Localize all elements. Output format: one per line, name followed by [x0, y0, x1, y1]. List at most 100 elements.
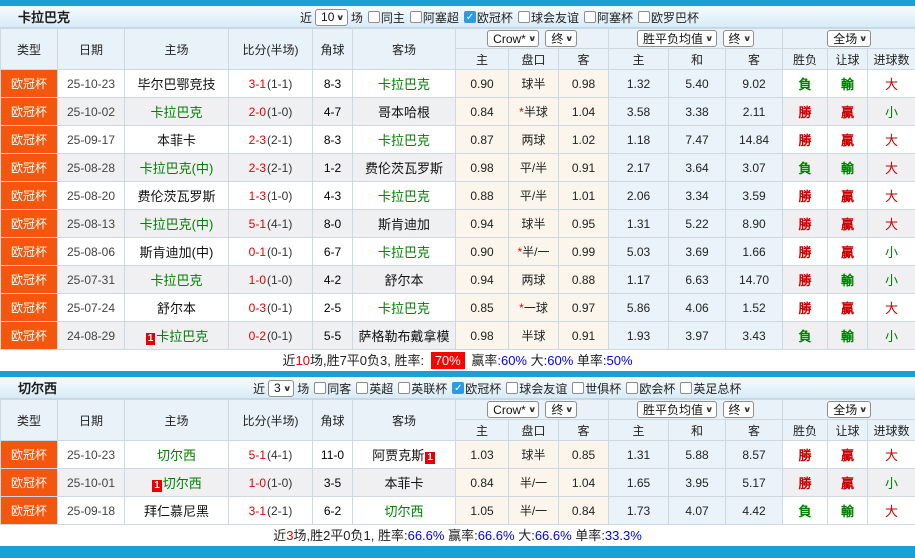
chevron-down-icon: ∨ [705, 34, 713, 43]
team-name: 本菲卡 [384, 476, 423, 491]
team-name: 切尔西 [163, 476, 202, 491]
competition-filter[interactable]: 阿塞超 [405, 9, 459, 26]
full-time-score: 0-3 [249, 301, 266, 315]
avg-away-odds: 14.84 [726, 126, 783, 154]
table-row[interactable]: 欧冠杯25-09-18拜仁慕尼黑3-1(2-1)6-2切尔西1.05半/一0.8… [1, 497, 915, 525]
filter-controls: 近3∨场同客英超英联杯✓欧冠杯球会友谊世俱杯欧会杯英足总杯 [253, 377, 741, 399]
competition-filter[interactable]: 英足总杯 [675, 380, 741, 397]
odds-type-select[interactable]: 胜平负均值∨ [637, 401, 717, 418]
away-team: 卡拉巴克 [353, 70, 456, 98]
half-time-score: (0-1) [267, 301, 292, 315]
recent-count-select[interactable]: 3∨ [268, 380, 294, 397]
sub-column-header: 进球数 [868, 420, 915, 441]
competition-filter[interactable]: 球会友谊 [513, 9, 579, 26]
corner-count: 8-0 [313, 210, 353, 238]
away-team: 斯肯迪加 [353, 210, 456, 238]
competition-filter[interactable]: 欧罗巴杯 [633, 9, 699, 26]
half-time-score: (0-1) [267, 245, 292, 259]
table-row[interactable]: 欧冠杯24-08-291卡拉巴克0-2(0-1)5-5萨格勒布戴拿模0.98半球… [1, 322, 915, 350]
checkbox-icon[interactable] [584, 11, 596, 23]
bookmaker-group-header: Crow*∨ 终∨ [456, 29, 609, 49]
table-row[interactable]: 欧冠杯25-10-02卡拉巴克2-0(1-0)4-7哥本哈根0.84*半球1.0… [1, 98, 915, 126]
checkbox-icon[interactable] [410, 11, 422, 23]
away-team: 哥本哈根 [353, 98, 456, 126]
home-team: 舒尔本 [125, 294, 229, 322]
checkbox-icon[interactable] [518, 11, 530, 23]
table-row[interactable]: 欧冠杯25-10-011切尔西1-0(1-0)3-5本菲卡0.84半/一1.04… [1, 469, 915, 497]
score: 2-0(1-0) [229, 98, 313, 126]
table-row[interactable]: 欧冠杯25-08-28卡拉巴克(中)2-3(2-1)1-2费伦茨瓦罗斯0.98平… [1, 154, 915, 182]
match-scope-select[interactable]: 全场∨ [827, 401, 871, 418]
checkbox-icon[interactable] [398, 382, 410, 394]
competition-filter[interactable]: 世俱杯 [567, 380, 621, 397]
table-row[interactable]: 欧冠杯25-08-06斯肯迪加(中)0-1(0-1)6-7卡拉巴克0.90*半/… [1, 238, 915, 266]
handicap-text: 一球 [524, 301, 548, 315]
column-header: 主场 [125, 400, 229, 441]
checkbox-icon[interactable] [356, 382, 368, 394]
team-name: 费伦茨瓦罗斯 [365, 161, 443, 176]
handicap-home-odds: 0.87 [456, 126, 509, 154]
match-date: 25-07-24 [58, 294, 125, 322]
checkbox-icon[interactable] [368, 11, 380, 23]
table-row[interactable]: 欧冠杯25-10-23切尔西5-1(4-1)11-0阿贾克斯11.03球半0.8… [1, 441, 915, 469]
competition-filter[interactable]: 球会友谊 [501, 380, 567, 397]
sub-column-header: 盘口 [509, 49, 559, 70]
bookmaker-status-select[interactable]: 终∨ [545, 401, 577, 418]
team-name: 舒尔本 [157, 301, 196, 316]
competition-filter[interactable]: 欧会杯 [621, 380, 675, 397]
odds-status-select[interactable]: 终∨ [723, 30, 755, 47]
checkbox-icon[interactable] [506, 382, 518, 394]
table-row[interactable]: 欧冠杯25-07-24舒尔本0-3(0-1)2-5卡拉巴克0.85*一球0.97… [1, 294, 915, 322]
summary-segment: 赢率 [444, 528, 474, 543]
team-name: 卡拉巴克 [378, 301, 430, 316]
table-row[interactable]: 欧冠杯25-08-13卡拉巴克(中)5-1(4-1)8-0斯肯迪加0.94球半0… [1, 210, 915, 238]
match-scope-select[interactable]: 全场∨ [827, 30, 871, 47]
checkbox-checked-icon[interactable]: ✓ [464, 11, 476, 23]
score: 2-3(2-1) [229, 126, 313, 154]
checkbox-icon[interactable] [572, 382, 584, 394]
checkbox-icon[interactable] [626, 382, 638, 394]
handicap-text: 半/一 [522, 245, 549, 259]
handicap-line: *半/一 [509, 238, 559, 266]
handicap-text: 球半 [521, 217, 545, 231]
full-time-score: 3-1 [249, 504, 266, 518]
home-team: 卡拉巴克(中) [125, 210, 229, 238]
table-row[interactable]: 欧冠杯25-10-23毕尔巴鄂竞技3-1(1-1)8-3卡拉巴克0.90球半0.… [1, 70, 915, 98]
avg-away-odds: 4.42 [726, 497, 783, 525]
competition-filter[interactable]: 阿塞杯 [579, 9, 633, 26]
sub-column-header: 主 [609, 420, 669, 441]
checkbox-icon[interactable] [638, 11, 650, 23]
sub-column-header: 客 [559, 49, 609, 70]
checkbox-icon[interactable] [314, 382, 326, 394]
competition-filter[interactable]: 同主 [363, 9, 405, 26]
odds-type-select[interactable]: 胜平负均值∨ [637, 30, 717, 47]
handicap-home-odds: 0.90 [456, 238, 509, 266]
team-name: 卡拉巴克 [378, 245, 430, 260]
recent-count-select[interactable]: 10∨ [315, 9, 348, 26]
sections-container: 卡拉巴克近10∨场同主阿塞超✓欧冠杯球会友谊阿塞杯欧罗巴杯类型日期主场比分(半场… [0, 6, 915, 546]
competition-filter[interactable]: ✓欧冠杯 [447, 380, 501, 397]
checkbox-checked-icon[interactable]: ✓ [452, 382, 464, 394]
odds-status-select[interactable]: 终∨ [723, 401, 755, 418]
away-team: 卡拉巴克 [353, 126, 456, 154]
score: 0-1(0-1) [229, 238, 313, 266]
table-row[interactable]: 欧冠杯25-09-17本菲卡2-3(2-1)8-3卡拉巴克0.87两球1.021… [1, 126, 915, 154]
bookmaker-status-select[interactable]: 终∨ [545, 30, 577, 47]
table-row[interactable]: 欧冠杯25-07-31卡拉巴克1-0(1-0)4-2舒尔本0.94两球0.881… [1, 266, 915, 294]
goals-over-under: 小 [868, 322, 915, 350]
avg-home-odds: 5.86 [609, 294, 669, 322]
corner-count: 6-2 [313, 497, 353, 525]
avg-away-odds: 5.17 [726, 469, 783, 497]
competition-filter[interactable]: 同客 [309, 380, 351, 397]
table-row[interactable]: 欧冠杯25-08-20费伦茨瓦罗斯1-3(1-0)4-3卡拉巴克0.88平/半1… [1, 182, 915, 210]
handicap-result: 贏 [828, 469, 868, 497]
competition-filter[interactable]: 英超 [351, 380, 393, 397]
match-type: 欧冠杯 [1, 182, 58, 210]
competition-filter[interactable]: 英联杯 [393, 380, 447, 397]
bookmaker-select[interactable]: Crow*∨ [487, 30, 539, 47]
summary-segment: 单率 [573, 353, 603, 368]
team-name: 卡拉巴克(中) [140, 161, 214, 176]
competition-filter[interactable]: ✓欧冠杯 [459, 9, 513, 26]
bookmaker-select[interactable]: Crow*∨ [487, 401, 539, 418]
checkbox-icon[interactable] [680, 382, 692, 394]
